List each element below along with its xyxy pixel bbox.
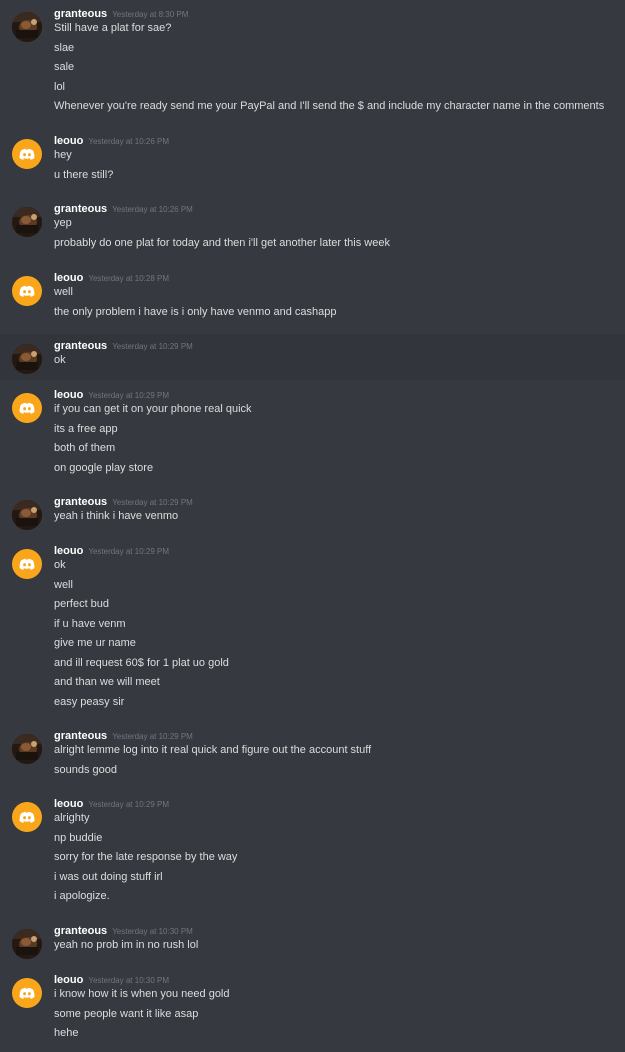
message-header: leouo Yesterday at 10:28 PM — [54, 272, 169, 286]
timestamp: Yesterday at 10:29 PM — [112, 498, 193, 507]
message-group: granteous Yesterday at 8:30 PM Still have … — [0, 2, 625, 127]
username[interactable]: leouo — [54, 974, 83, 986]
message-text: i apologize. — [54, 890, 110, 902]
message-text: Whenever you're ready send me your PayPa… — [54, 100, 605, 112]
username[interactable]: granteous — [54, 730, 107, 742]
username[interactable]: leouo — [54, 272, 83, 284]
message-group: granteous Yesterday at 10:29 PM ok — [0, 334, 625, 380]
message-text: the only problem i have is i only have v… — [54, 305, 337, 318]
message-text: np buddie — [54, 831, 103, 844]
username[interactable]: leouo — [54, 798, 83, 810]
timestamp: Yesterday at 10:28 PM — [88, 274, 169, 283]
username[interactable]: granteous — [54, 496, 107, 508]
user-avatar[interactable] — [12, 734, 42, 764]
message-text: some people want it like asap — [54, 1007, 199, 1020]
discord-logo-icon[interactable] — [12, 549, 42, 579]
user-avatar[interactable] — [12, 344, 42, 374]
message-text: ok — [54, 559, 66, 571]
message-header: granteous Yesterday at 10:29 PM — [54, 730, 193, 744]
user-avatar[interactable] — [12, 12, 42, 42]
username[interactable]: leouo — [54, 135, 83, 147]
timestamp: Yesterday at 8:30 PM — [112, 10, 189, 19]
message-text: if you can get it on your phone real qui… — [54, 403, 252, 415]
message-header: granteous Yesterday at 10:30 PM — [54, 925, 193, 939]
user-avatar[interactable] — [12, 207, 42, 237]
username[interactable]: leouo — [54, 389, 83, 401]
message-text: its a free app — [54, 422, 118, 435]
message-text: yep — [54, 217, 72, 229]
user-avatar[interactable] — [12, 929, 42, 959]
message-text: sorry for the late response by the way — [54, 851, 238, 863]
message-header: leouo Yesterday at 10:30 PM — [54, 974, 169, 988]
discord-logo-icon[interactable] — [12, 978, 42, 1008]
username[interactable]: granteous — [54, 203, 107, 215]
message-header: leouo Yesterday at 10:29 PM — [54, 389, 169, 403]
discord-logo-icon[interactable] — [12, 276, 42, 306]
message-text: Still have a plat for sae? — [54, 22, 172, 34]
message-text: perfect bud — [54, 598, 110, 610]
timestamp: Yesterday at 10:29 PM — [112, 732, 193, 741]
discord-logo-icon[interactable] — [12, 393, 42, 423]
discord-logo-icon[interactable] — [12, 802, 42, 832]
timestamp: Yesterday at 10:29 PM — [88, 547, 169, 556]
message-text: sounds good — [54, 763, 117, 776]
username[interactable]: granteous — [54, 340, 107, 352]
message-text: u there still? — [54, 168, 114, 181]
message-header: leouo Yesterday at 10:26 PM — [54, 135, 169, 149]
message-group: leouo Yesterday at 10:28 PM well the only p… — [0, 266, 625, 332]
discord-logo-icon[interactable] — [12, 139, 42, 169]
message-text: well — [54, 286, 73, 298]
message-text: hey — [54, 149, 72, 161]
message-group: leouo Yesterday at 10:29 PM if you can get… — [0, 383, 625, 488]
username[interactable]: granteous — [54, 925, 107, 937]
message-text: lol — [54, 80, 66, 93]
message-group: granteous Yesterday at 10:30 PM yeah no pr… — [0, 919, 625, 965]
message-header: granteous Yesterday at 10:26 PM — [54, 203, 193, 217]
timestamp: Yesterday at 10:29 PM — [88, 800, 169, 809]
message-text: if u have venm — [54, 617, 126, 630]
message-text: alrighty — [54, 812, 90, 824]
timestamp: Yesterday at 10:26 PM — [112, 205, 193, 214]
message-text: yeah i think i have venmo — [54, 510, 179, 522]
message-group: granteous Yesterday at 10:26 PM yep probabl… — [0, 197, 625, 263]
message-text: well — [54, 578, 73, 591]
message-text: give me ur name — [54, 637, 136, 649]
message-group: leouo Yesterday at 10:26 PM hey u there sti… — [0, 129, 625, 195]
message-text: yeah no prob im in no rush lol — [54, 939, 199, 951]
message-group: granteous Yesterday at 10:29 PM alright le… — [0, 724, 625, 790]
message-header: leouo Yesterday at 10:29 PM — [54, 798, 169, 812]
message-group: leouo Yesterday at 10:29 PM ok well perfect … — [0, 539, 625, 722]
message-header: granteous Yesterday at 10:29 PM — [54, 496, 193, 510]
message-text: and ill request 60$ for 1 plat uo gold — [54, 656, 229, 669]
message-text: i was out doing stuff irl — [54, 870, 163, 883]
message-text: i know how it is when you need gold — [54, 988, 230, 1000]
timestamp: Yesterday at 10:29 PM — [88, 391, 169, 400]
message-text: on google play store — [54, 461, 154, 474]
message-text: hehe — [54, 1027, 79, 1039]
timestamp: Yesterday at 10:30 PM — [112, 927, 193, 936]
message-text: ok — [54, 354, 66, 366]
message-text: probably do one plat for today and then … — [54, 236, 390, 249]
timestamp: Yesterday at 10:30 PM — [88, 976, 169, 985]
username[interactable]: granteous — [54, 8, 107, 20]
chat-message-list: granteous Yesterday at 8:30 PM Still have … — [0, 0, 625, 1052]
message-header: granteous Yesterday at 8:30 PM — [54, 8, 188, 22]
message-text: both of them — [54, 442, 116, 454]
user-avatar[interactable] — [12, 500, 42, 530]
message-group: granteous Yesterday at 10:29 PM yeah i thi… — [0, 490, 625, 536]
timestamp: Yesterday at 10:26 PM — [88, 137, 169, 146]
message-text: slae — [54, 41, 75, 54]
username[interactable]: leouo — [54, 545, 83, 557]
message-group: leouo Yesterday at 10:29 PM alrighty np bud… — [0, 792, 625, 917]
message-text: alright lemme log into it real quick and… — [54, 744, 372, 756]
message-text: easy peasy sir — [54, 695, 125, 708]
message-header: granteous Yesterday at 10:29 PM — [54, 340, 193, 354]
message-group: leouo Yesterday at 10:30 PM i know how it … — [0, 968, 625, 1048]
message-text: sale — [54, 61, 75, 73]
message-header: leouo Yesterday at 10:29 PM — [54, 545, 169, 559]
message-text: and than we will meet — [54, 676, 160, 688]
timestamp: Yesterday at 10:29 PM — [112, 342, 193, 351]
